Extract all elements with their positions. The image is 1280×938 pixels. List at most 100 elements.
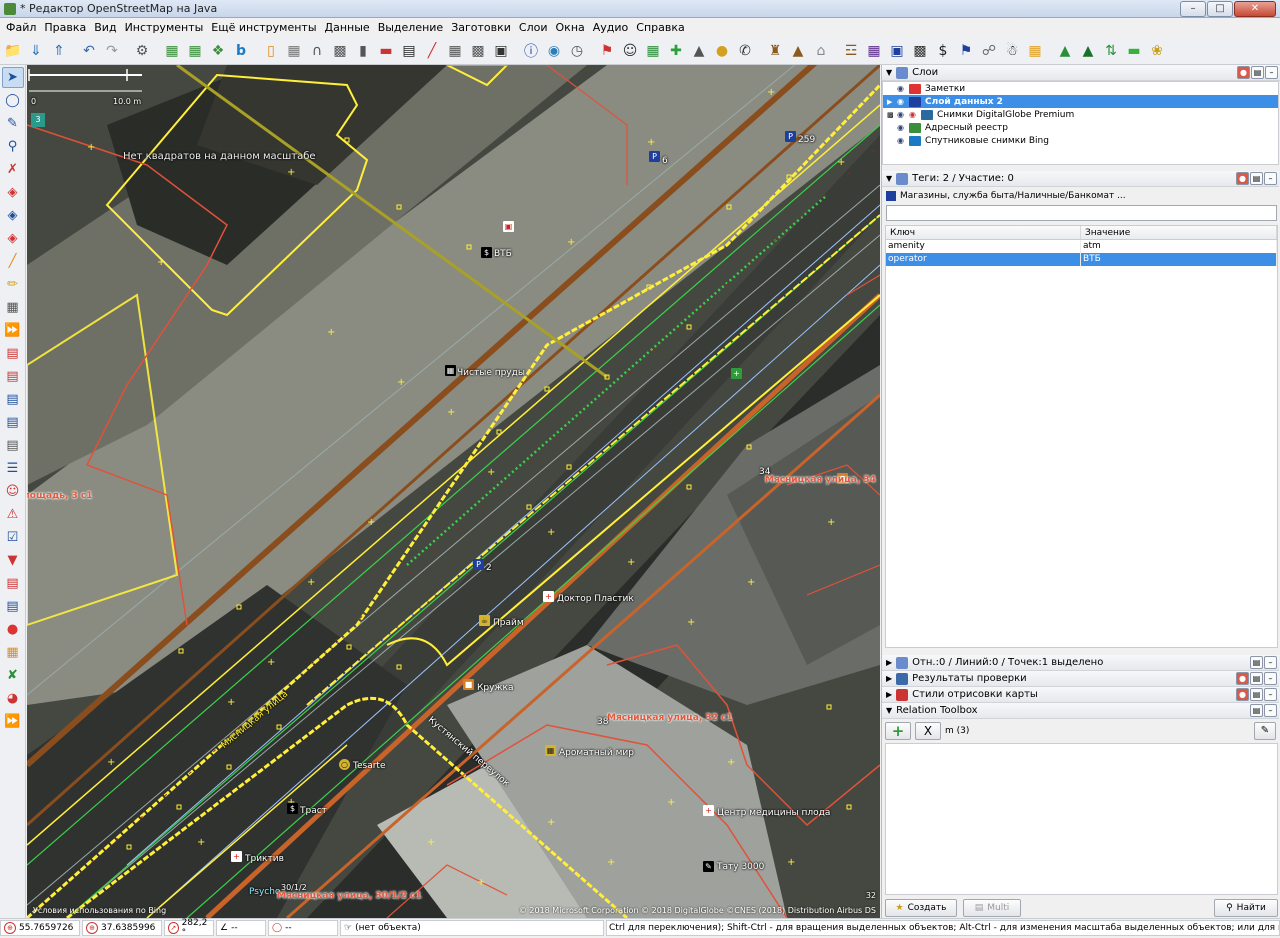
panel-minimize-icon[interactable]: – <box>1264 704 1277 717</box>
draw-tool-icon[interactable]: ✎ <box>2 113 24 134</box>
download-icon[interactable]: ⇓ <box>25 40 47 62</box>
preset-dollar-icon[interactable]: $ <box>932 40 954 62</box>
preset-clock-icon[interactable]: ◷ <box>566 40 588 62</box>
tag-key[interactable]: amenity <box>886 240 1081 253</box>
validation-panel-header[interactable]: ▶ Результаты проверки ● ▤ – <box>882 671 1279 687</box>
layer-active-icon[interactable]: ▩ <box>887 111 897 119</box>
preset-link[interactable]: Магазины, служба быта/Наличные/Банкомат … <box>882 188 1279 204</box>
menu-item-10[interactable]: Аудио <box>589 21 633 34</box>
preset-grass-icon[interactable]: ⇅ <box>1100 40 1122 62</box>
preset-line-icon[interactable]: ╱ <box>421 40 443 62</box>
visibility-eye-icon-2[interactable]: ◉ <box>909 110 921 119</box>
filter-panel-toggle-icon[interactable]: ▼ <box>2 550 24 571</box>
upload-icon[interactable]: ⇑ <box>48 40 70 62</box>
preset-fence-icon[interactable]: ▤ <box>398 40 420 62</box>
tag-row[interactable]: operator ВТБ <box>886 253 1277 266</box>
layer-row[interactable]: ▶ ◉ Слой данных 2 <box>883 95 1278 108</box>
history-panel-toggle-icon[interactable]: ▤ <box>2 435 24 456</box>
open-icon[interactable]: 📁 <box>2 40 24 62</box>
preset-balloon-icon[interactable]: ● <box>711 40 733 62</box>
perfume-shop-icon[interactable]: ▦ <box>545 745 556 756</box>
minimize-button[interactable]: – <box>1180 1 1206 17</box>
selection-panel-toggle-icon[interactable]: ▤ <box>2 389 24 410</box>
visibility-eye-icon[interactable]: ◉ <box>897 110 909 119</box>
selection-panel-header[interactable]: ▶ Отн.:0 / Линий:0 / Точек:1 выделено ▤ – <box>882 655 1279 671</box>
panel-minimize-icon[interactable]: – <box>1264 672 1277 685</box>
preset-cart-icon[interactable]: ▦ <box>863 40 885 62</box>
layer-row[interactable]: ◉ Спутниковые снимки Bing <box>883 134 1278 147</box>
preset-clip-icon[interactable]: ☍ <box>978 40 1000 62</box>
find-button[interactable]: ⚲ Найти <box>1214 899 1278 917</box>
preset-globe-icon[interactable]: ◉ <box>543 40 565 62</box>
parking-icon-3[interactable]: P <box>473 559 484 570</box>
jewelry-icon[interactable]: ○ <box>339 759 350 770</box>
menu-item-1[interactable]: Правка <box>40 21 90 34</box>
edit-relation-icon[interactable]: ✎ <box>1254 722 1276 740</box>
clinic-icon-3[interactable]: + <box>703 805 714 816</box>
user-panel-toggle-icon[interactable]: ☺ <box>2 481 24 502</box>
menu-item-7[interactable]: Заготовки <box>447 21 515 34</box>
validation-panel-toggle-icon[interactable]: ☑ <box>2 527 24 548</box>
parallel-way-icon[interactable]: ╱ <box>2 251 24 272</box>
layer-row[interactable]: ▩ ◉ ◉ Снимки DigitalGlobe Premium <box>883 108 1278 121</box>
menu-item-4[interactable]: Ещё инструменты <box>207 21 320 34</box>
visibility-eye-icon[interactable]: ◉ <box>897 97 909 106</box>
imagery-tool3-icon[interactable]: ❖ <box>207 40 229 62</box>
col-key-header[interactable]: Ключ <box>886 226 1081 239</box>
parking-icon-2[interactable]: P <box>785 131 796 142</box>
add-relation-button[interactable]: + <box>885 722 911 740</box>
map-style-panel-toggle-icon[interactable]: ▤ <box>2 596 24 617</box>
layers-list[interactable]: ◉ Заметки ▶ ◉ Слой данных 2 ▩ ◉ ◉ Снимки Digital… <box>882 81 1279 165</box>
preset-info-icon[interactable]: ⓘ <box>520 40 542 62</box>
panel-minimize-icon[interactable]: – <box>1264 172 1277 185</box>
preset-theatre-icon[interactable]: ☺ <box>619 40 641 62</box>
preset-hatch-icon[interactable]: ▦ <box>444 40 466 62</box>
building-tool-icon[interactable]: ▦ <box>2 297 24 318</box>
relation-list[interactable] <box>885 743 1278 895</box>
menu-item-0[interactable]: Файл <box>2 21 40 34</box>
combine-way-icon[interactable]: ◈ <box>2 205 24 226</box>
panel-close-icon[interactable]: ● <box>1236 688 1249 701</box>
bank-icon[interactable]: $ <box>481 247 492 258</box>
menu-item-11[interactable]: Справка <box>632 21 688 34</box>
panel-minimize-icon[interactable]: – <box>1264 688 1277 701</box>
preset-castle-icon[interactable]: ♜ <box>764 40 786 62</box>
metro-icon[interactable]: ▦ <box>445 365 456 376</box>
list-panel-toggle-icon[interactable]: ☰ <box>2 458 24 479</box>
tag-key[interactable]: operator <box>886 253 1081 266</box>
menu-item-8[interactable]: Слои <box>515 21 552 34</box>
relation-panel-toggle-icon[interactable]: ▤ <box>2 412 24 433</box>
tag-row[interactable]: amenity atm <box>886 240 1277 253</box>
layer-active-icon[interactable]: ▶ <box>887 98 897 106</box>
gps-tool-icon[interactable]: ✘ <box>2 665 24 686</box>
undo-icon[interactable]: ↶ <box>78 40 100 62</box>
tag-value[interactable]: ВТБ <box>1081 253 1277 266</box>
menu-item-6[interactable]: Выделение <box>374 21 448 34</box>
bing-attribution[interactable]: Условия использования по Bing <box>33 906 166 915</box>
relation-panel-header[interactable]: ▼ Relation Toolbox ▤ – <box>882 703 1279 719</box>
preset-stop-icon[interactable]: ▮ <box>352 40 374 62</box>
preset-car-icon[interactable]: ▣ <box>490 40 512 62</box>
preset-wall-icon[interactable]: ▬ <box>375 40 397 62</box>
tags-panel-toggle-icon[interactable]: ▤ <box>2 366 24 387</box>
preset-tree-icon[interactable]: ▲ <box>1054 40 1076 62</box>
zoom-tool-icon[interactable]: ⚲ <box>2 136 24 157</box>
imagery-tool-icon[interactable]: ▦ <box>161 40 183 62</box>
panel-close-icon[interactable]: ● <box>1236 172 1249 185</box>
parking-icon[interactable]: P <box>649 151 660 162</box>
atm-selected-icon[interactable]: ▣ <box>503 221 514 232</box>
preset-bag-icon[interactable]: ▦ <box>1024 40 1046 62</box>
layers-panel-header[interactable]: ▼ Слои ● ▤ – <box>882 65 1280 81</box>
tag-search-input[interactable] <box>886 205 1277 221</box>
panel-detach-icon[interactable]: ▤ <box>1250 688 1263 701</box>
preset-picture-icon[interactable]: ▦ <box>642 40 664 62</box>
cafe-icon[interactable]: ☕ <box>479 615 490 626</box>
menu-item-5[interactable]: Данные <box>321 21 374 34</box>
preset-person-icon[interactable]: ☃ <box>1001 40 1023 62</box>
preset-tag-icon[interactable]: ⚑ <box>955 40 977 62</box>
preset-pharmacy-icon[interactable]: ✚ <box>665 40 687 62</box>
preset-shelter-icon[interactable]: ▲ <box>688 40 710 62</box>
delete-tool-icon[interactable]: ✗ <box>2 159 24 180</box>
select-tool-icon[interactable]: ➤ <box>1 67 24 88</box>
panel-detach-icon[interactable]: ▤ <box>1251 66 1264 79</box>
